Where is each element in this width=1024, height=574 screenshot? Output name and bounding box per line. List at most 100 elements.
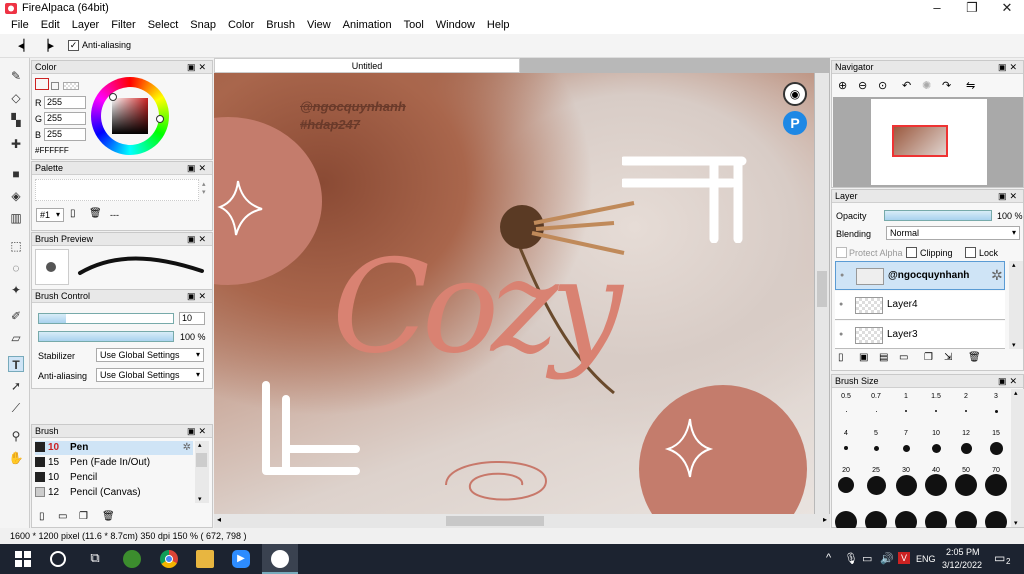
- magic-wand-icon[interactable]: ✦: [8, 282, 24, 298]
- brush-item[interactable]: 10 Pencil: [35, 471, 193, 485]
- flip-icon[interactable]: ⇋: [966, 79, 975, 92]
- palette-grid[interactable]: [35, 179, 199, 201]
- network-icon[interactable]: ▭: [862, 552, 872, 565]
- brush-size-option[interactable]: [838, 477, 854, 493]
- layer-row[interactable]: ● @ngocquynhanh ✲: [835, 261, 1005, 290]
- panel-buttons-icon[interactable]: ▣✕: [998, 190, 1020, 203]
- tray-chevron-icon[interactable]: ^: [826, 552, 831, 564]
- layer-row[interactable]: ● Layer4: [835, 291, 1005, 320]
- panel-buttons-icon[interactable]: ▣✕: [187, 233, 209, 246]
- hue-handle[interactable]: [156, 115, 164, 123]
- brush-item[interactable]: 15 Pen (Fade In/Out): [35, 456, 193, 470]
- windows-start-icon[interactable]: [14, 550, 32, 568]
- minimize-button[interactable]: –: [920, 0, 954, 17]
- menu-tool[interactable]: Tool: [398, 17, 430, 34]
- brush-size-slider[interactable]: [38, 313, 174, 324]
- navigator-preview[interactable]: [833, 97, 1023, 187]
- menu-view[interactable]: View: [301, 17, 337, 34]
- panel-buttons-icon[interactable]: ▣✕: [187, 425, 209, 438]
- visibility-icon[interactable]: ●: [839, 331, 843, 338]
- zoom-in-icon[interactable]: ⊕: [838, 79, 847, 92]
- brush-size-option[interactable]: [875, 410, 877, 412]
- horizontal-scrollbar[interactable]: ◂ ▸: [214, 514, 830, 528]
- lasso-tool-icon[interactable]: ◌: [8, 260, 24, 276]
- panel-buttons-icon[interactable]: ▣✕: [998, 375, 1020, 388]
- navigator-viewport[interactable]: [892, 125, 948, 157]
- select-tool-icon[interactable]: ⬚: [8, 238, 24, 254]
- panel-buttons-icon[interactable]: ▣✕: [187, 162, 209, 175]
- color-picker-handle[interactable]: [109, 93, 117, 101]
- protect-alpha-checkbox[interactable]: [836, 247, 847, 258]
- brush-size-option[interactable]: [989, 441, 1003, 455]
- brush-size-option[interactable]: [902, 444, 910, 452]
- antialias-checkbox[interactable]: ✓: [68, 40, 79, 51]
- brush-size-scrollbar[interactable]: ▴ ▾: [1011, 389, 1024, 527]
- menu-select[interactable]: Select: [142, 17, 185, 34]
- artwork-canvas[interactable]: @ngocquynhanh #hdap247 Cozy: [214, 73, 814, 514]
- brush-opacity-slider[interactable]: [38, 331, 174, 342]
- visibility-icon[interactable]: ●: [840, 272, 844, 279]
- language-indicator[interactable]: ENG: [916, 554, 936, 564]
- lock-checkbox[interactable]: [965, 247, 976, 258]
- menu-animation[interactable]: Animation: [337, 17, 398, 34]
- eraser-tool-icon[interactable]: ◇: [8, 90, 24, 106]
- brush-size-option[interactable]: [845, 410, 847, 412]
- menu-file[interactable]: File: [5, 17, 35, 34]
- menu-window[interactable]: Window: [430, 17, 481, 34]
- brush-size-option[interactable]: [960, 442, 972, 454]
- brush-item[interactable]: 10 Pen ✲: [35, 441, 193, 455]
- brush-size-option[interactable]: [905, 410, 907, 412]
- clock-time[interactable]: 2:05 PM: [946, 547, 980, 557]
- gradient-tool-icon[interactable]: ▥: [8, 210, 24, 226]
- green-app-icon[interactable]: [123, 550, 141, 568]
- search-icon[interactable]: [50, 551, 66, 567]
- new-8bit-layer-icon[interactable]: ▣: [859, 352, 868, 363]
- dot-tool-icon[interactable]: ▚: [8, 112, 24, 128]
- chrome-icon[interactable]: [160, 550, 178, 568]
- share-icon[interactable]: P: [783, 111, 807, 135]
- clipping-checkbox[interactable]: [906, 247, 917, 258]
- clock-date[interactable]: 3/12/2022: [942, 560, 982, 570]
- new-1bit-layer-icon[interactable]: ▤: [879, 352, 888, 363]
- delete-layer-icon[interactable]: 🗑: [968, 352, 981, 363]
- close-button[interactable]: ✕: [990, 0, 1024, 17]
- saturation-square[interactable]: [112, 98, 148, 134]
- menu-help[interactable]: Help: [481, 17, 516, 34]
- text-tool-icon[interactable]: T: [8, 356, 24, 372]
- new-palette-icon[interactable]: ▯: [70, 208, 76, 219]
- b-input[interactable]: 255: [44, 128, 86, 141]
- merge-layer-icon[interactable]: ⇲: [944, 352, 952, 363]
- color-main-swatch[interactable]: [35, 78, 49, 90]
- zoom-app-icon[interactable]: ▶: [232, 550, 250, 568]
- layer-scrollbar[interactable]: ▴ ▾: [1009, 261, 1023, 349]
- brush-size-option[interactable]: [844, 446, 848, 450]
- brush-size-option[interactable]: [873, 445, 879, 451]
- brush-size-grid[interactable]: 0.5 0.7 1 1.5 2 3 4 5 7 10 12 15 20 25 30 40 50 70: [832, 389, 1010, 533]
- next-frame-icon[interactable]: ▕▸: [40, 39, 54, 52]
- blending-select[interactable]: Normal: [886, 226, 1020, 240]
- fill-tool-icon[interactable]: ■: [8, 166, 24, 182]
- brush-folder-icon[interactable]: ▭: [58, 511, 67, 522]
- brush-item[interactable]: 12 Pencil (Canvas): [35, 486, 193, 500]
- volume-icon[interactable]: 🔊: [880, 552, 894, 565]
- operation-tool-icon[interactable]: ➚: [8, 378, 24, 394]
- brush-size-option[interactable]: [925, 474, 947, 496]
- delete-brush-icon[interactable]: 🗑: [102, 511, 115, 522]
- move-tool-icon[interactable]: ✚: [8, 136, 24, 152]
- visibility-icon[interactable]: ●: [839, 301, 843, 308]
- bucket-tool-icon[interactable]: ◈: [8, 188, 24, 204]
- brush-size-option[interactable]: [931, 443, 941, 453]
- layer-folder-icon[interactable]: ▭: [899, 352, 908, 363]
- menu-snap[interactable]: Snap: [184, 17, 222, 34]
- rotate-right-icon[interactable]: ↷: [942, 79, 951, 92]
- panel-buttons-icon[interactable]: ▣✕: [998, 61, 1020, 74]
- color-sub-swatch[interactable]: [51, 82, 59, 90]
- maximize-button[interactable]: ❐: [955, 0, 989, 17]
- panel-buttons-icon[interactable]: ▣✕: [187, 61, 209, 74]
- brush-size-input[interactable]: 10: [179, 312, 205, 325]
- layer-settings-icon[interactable]: ✲: [991, 267, 1003, 284]
- brush-size-option[interactable]: [994, 409, 998, 413]
- prev-frame-icon[interactable]: ◂▏: [18, 39, 32, 52]
- hand-tool-icon[interactable]: ✋: [8, 450, 24, 466]
- microphone-icon[interactable]: 🎙: [844, 552, 858, 565]
